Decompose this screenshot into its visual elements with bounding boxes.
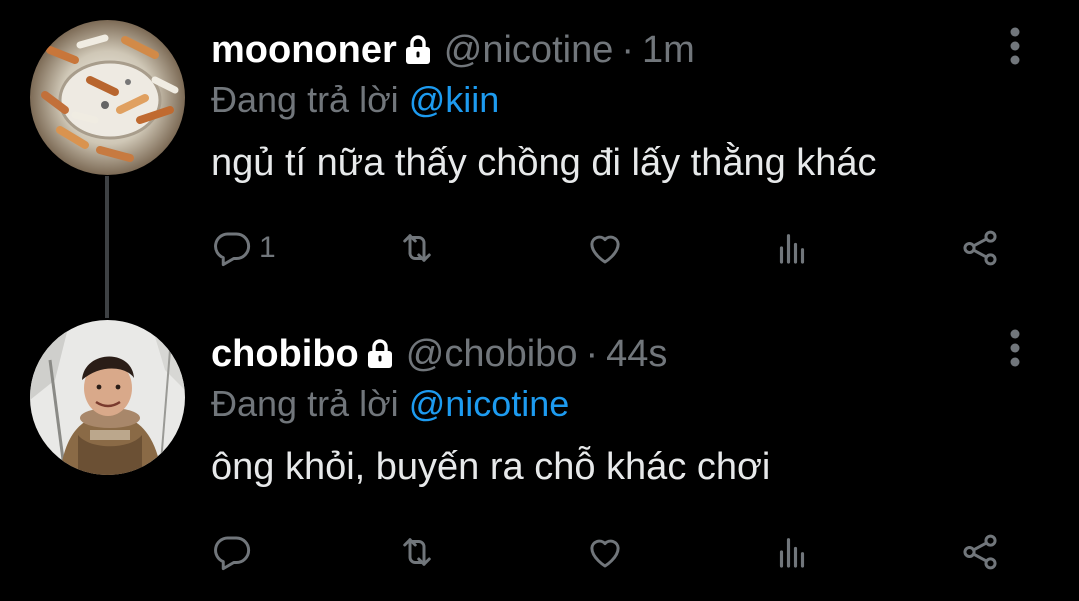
tweet-thread: moononer @nicotine · 1m Đang trả lời @ki… (0, 0, 1079, 601)
avatar[interactable] (30, 20, 185, 175)
more-options-button[interactable] (1001, 326, 1029, 370)
display-name[interactable]: moononer (211, 28, 397, 72)
retweet-icon (403, 234, 431, 262)
share-button[interactable] (959, 528, 1001, 576)
like-button[interactable] (584, 528, 626, 576)
tweet-header: chobibo @chobibo · 44s (211, 332, 667, 376)
separator-dot: · (621, 29, 634, 71)
lock-icon (367, 339, 393, 369)
more-icon (1010, 27, 1020, 65)
share-icon (963, 534, 997, 570)
display-name[interactable]: chobibo (211, 332, 359, 376)
retweet-button[interactable] (396, 224, 438, 272)
views-icon (779, 538, 805, 568)
reply-mention-link[interactable]: @kiin (409, 79, 500, 120)
handle[interactable]: @chobibo (406, 332, 578, 376)
more-options-button[interactable] (1001, 24, 1029, 68)
replying-to: Đang trả lời @nicotine (211, 382, 569, 426)
tweet-text: ông khỏi, buyến ra chỗ khác chơi (211, 446, 771, 488)
lock-icon (405, 35, 431, 65)
views-icon (779, 234, 805, 264)
avatar[interactable] (30, 320, 185, 475)
replying-to-label: Đang trả lời (211, 79, 399, 120)
share-button[interactable] (959, 224, 1001, 272)
retweet-icon (403, 538, 431, 566)
tweet[interactable]: moononer @nicotine · 1m Đang trả lời @ki… (0, 0, 1079, 310)
views-button[interactable] (771, 224, 813, 272)
reply-icon (214, 232, 251, 267)
like-icon (590, 539, 620, 568)
replying-to-label: Đang trả lời (211, 383, 399, 424)
action-bar: 1 (211, 224, 1011, 272)
reply-count: 1 (259, 231, 276, 264)
action-bar (211, 528, 1011, 576)
handle[interactable]: @nicotine (444, 28, 614, 72)
like-icon (590, 235, 620, 264)
tweet-header: moononer @nicotine · 1m (211, 28, 695, 72)
timestamp[interactable]: 44s (606, 332, 667, 376)
reply-button[interactable]: 1 (211, 224, 276, 272)
tweet[interactable]: chobibo @chobibo · 44s Đang trả lời @nic… (0, 310, 1079, 601)
timestamp[interactable]: 1m (642, 28, 695, 72)
views-button[interactable] (771, 528, 813, 576)
tweet-text: ngủ tí nữa thấy chồng đi lấy thằng khác (211, 142, 877, 184)
separator-dot: · (585, 333, 599, 375)
replying-to: Đang trả lời @kiin (211, 78, 499, 122)
like-button[interactable] (584, 224, 626, 272)
reply-button[interactable] (211, 528, 259, 576)
share-icon (963, 230, 997, 266)
reply-mention-link[interactable]: @nicotine (409, 383, 570, 424)
more-icon (1010, 329, 1020, 367)
reply-icon (214, 536, 251, 571)
retweet-button[interactable] (396, 528, 438, 576)
